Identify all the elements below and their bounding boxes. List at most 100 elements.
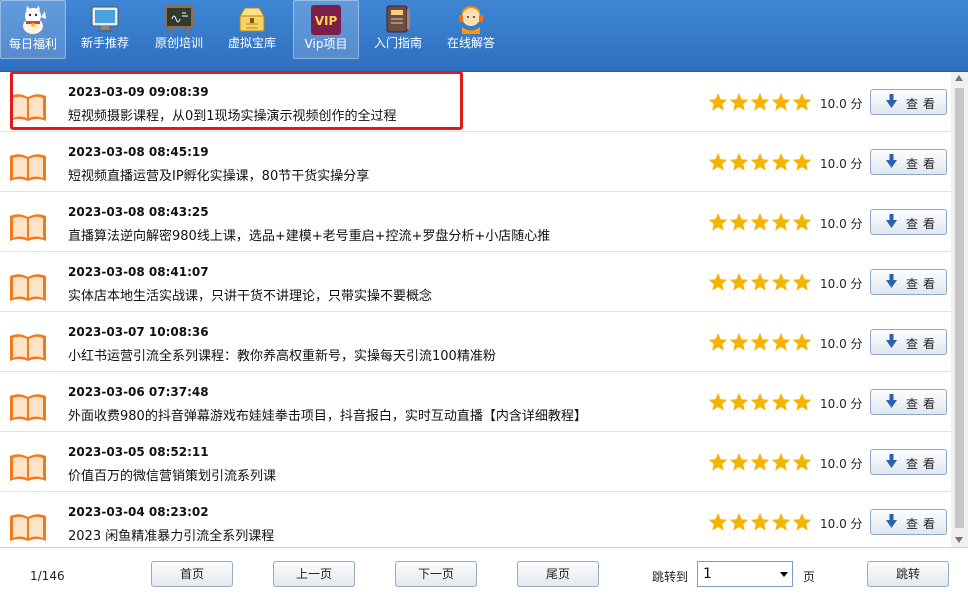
star-icon [792,93,812,111]
view-button[interactable]: 查看 [870,509,947,535]
view-button[interactable]: 查看 [870,269,947,295]
star-icon [792,153,812,171]
toolbar-item-label: 每日福利 [8,37,57,51]
rating-stars [708,153,812,171]
download-arrow-icon [886,214,897,228]
view-button[interactable]: 查看 [870,449,947,475]
item-title[interactable]: 短视频直播运营及IP孵化实操课，80节干货实操分享 [68,165,369,184]
item-date: 2023-03-08 08:43:25 [68,205,209,219]
star-icon [750,513,770,531]
last-page-button[interactable]: 尾页 [517,561,599,587]
item-title[interactable]: 小红书运营引流全系列课程：教你养高权重新号，实操每天引流100精准粉 [68,345,496,364]
star-icon [771,453,791,471]
list-item[interactable]: 2023-03-05 08:52:11 价值百万的微信营销策划引流系列课 10.… [0,432,951,492]
vertical-scrollbar[interactable] [951,72,968,547]
item-title[interactable]: 外面收费980的抖音弹幕游戏布娃娃拳击项目，抖音报白，实时互动直播【内含详细教程… [68,405,587,424]
rating-stars [708,333,812,351]
view-button[interactable]: 查看 [870,209,947,235]
star-icon [729,93,749,111]
prev-page-button[interactable]: 上一页 [273,561,355,587]
star-icon [708,93,728,111]
download-arrow-icon [886,154,897,168]
item-score: 10.0 分 [820,397,863,411]
star-icon [750,453,770,471]
open-book-icon [10,154,46,181]
toolbar-item-label: 新手推荐 [80,36,129,50]
item-score: 10.0 分 [820,517,863,531]
item-title[interactable]: 2023 闲鱼精准暴力引流全系列课程 [68,525,274,544]
list-item[interactable]: 2023-03-07 10:08:36 小红书运营引流全系列课程：教你养高权重新… [0,312,951,372]
toolbar-item-vip-project[interactable]: VIP Vip项目 [293,0,359,59]
item-score: 10.0 分 [820,277,863,291]
monitor-icon [91,6,119,32]
scroll-down-arrow-icon[interactable] [955,537,963,543]
star-icon [771,273,791,291]
chevron-down-icon[interactable] [780,572,788,577]
star-icon [750,333,770,351]
toolbar-item-label: 在线解答 [446,36,495,50]
toolbar-item-label: 原创培训 [154,36,203,50]
open-book-icon [10,274,46,301]
star-icon [729,513,749,531]
pagination-bar: 1/146 首页 上一页 下一页 尾页 跳转到 1 页 跳转 [0,547,968,596]
vip-icon: VIP [311,5,341,35]
star-icon [729,273,749,291]
rating-stars [708,393,812,411]
star-icon [729,213,749,231]
star-icon [729,153,749,171]
download-arrow-icon [886,454,897,468]
highlight-box [10,71,463,130]
item-title[interactable]: 实体店本地生活实战课，只讲干货不讲理论，只带实操不要概念 [68,285,432,304]
next-page-button[interactable]: 下一页 [395,561,477,587]
star-icon [750,273,770,291]
list-item[interactable]: 2023-03-08 08:41:07 实体店本地生活实战课，只讲干货不讲理论，… [0,252,951,312]
star-icon [771,93,791,111]
toolbar-item-daily-welfare[interactable]: 每日福利 [0,0,66,59]
scroll-up-arrow-icon[interactable] [955,75,963,81]
page-select[interactable]: 1 [697,561,793,587]
toolbar-item-original-training[interactable]: 原创培训 [147,0,211,57]
scrollbar-thumb[interactable] [955,88,964,528]
item-score: 10.0 分 [820,157,863,171]
rating-stars [708,513,812,531]
toolbar-item-beginner-guide[interactable]: 入门指南 [366,0,430,57]
star-icon [729,453,749,471]
item-date: 2023-03-06 07:37:48 [68,385,209,399]
view-button[interactable]: 查看 [870,149,947,175]
jump-button[interactable]: 跳转 [867,561,949,587]
star-icon [771,213,791,231]
rating-stars [708,453,812,471]
list-item[interactable]: 2023-03-08 08:45:19 短视频直播运营及IP孵化实操课，80节干… [0,132,951,192]
toolbar-item-label: Vip项目 [304,37,348,51]
item-title[interactable]: 价值百万的微信营销策划引流系列课 [68,465,276,484]
toolbar-item-online-support[interactable]: 在线解答 [439,0,503,57]
toolbar-item-label: 入门指南 [373,36,422,50]
view-button[interactable]: 查看 [870,329,947,355]
toolbar-item-virtual-treasury[interactable]: 虚拟宝库 [220,0,284,57]
item-score: 10.0 分 [820,97,863,111]
star-icon [750,393,770,411]
course-list: 2023-03-09 09:08:39 短视频摄影课程，从0到1现场实操演示视频… [0,72,951,547]
page-select-value: 1 [703,566,712,582]
treasure-chest-icon [239,7,265,32]
view-button[interactable]: 查看 [870,389,947,415]
list-item[interactable]: 2023-03-04 08:23:02 2023 闲鱼精准暴力引流全系列课程 1… [0,492,951,547]
star-icon [792,453,812,471]
open-book-icon [10,454,46,481]
support-agent-icon [459,6,483,34]
item-score: 10.0 分 [820,337,863,351]
vip-icon-text: VIP [315,14,338,28]
star-icon [771,153,791,171]
view-button[interactable]: 查看 [870,89,947,115]
star-icon [792,513,812,531]
star-icon [771,393,791,411]
first-page-button[interactable]: 首页 [151,561,233,587]
lucky-cat-icon [23,6,46,34]
list-item[interactable]: 2023-03-06 07:37:48 外面收费980的抖音弹幕游戏布娃娃拳击项… [0,372,951,432]
item-date: 2023-03-05 08:52:11 [68,445,209,459]
star-icon [708,273,728,291]
star-icon [792,333,812,351]
toolbar-item-newbie-recommend[interactable]: 新手推荐 [73,0,137,57]
list-item[interactable]: 2023-03-08 08:43:25 直播算法逆向解密980线上课，选品+建模… [0,192,951,252]
item-title[interactable]: 直播算法逆向解密980线上课，选品+建模+老号重启+控流+罗盘分析+小店随心推 [68,225,550,244]
